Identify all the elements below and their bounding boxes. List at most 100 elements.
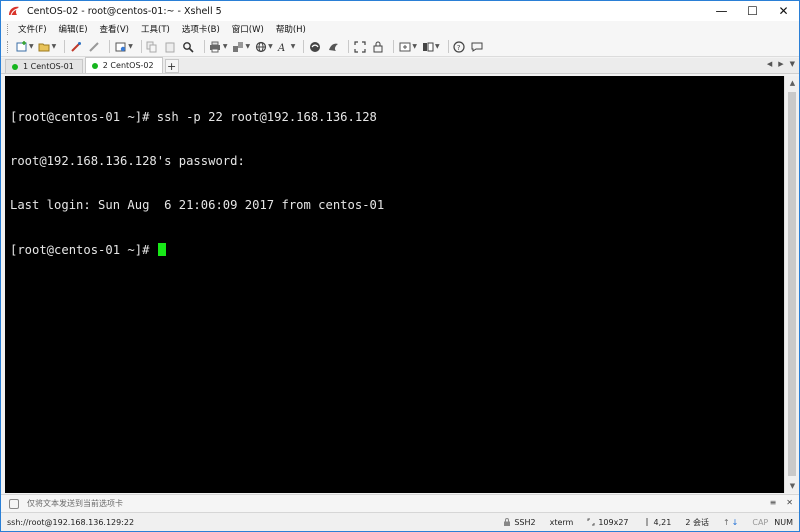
protocol-label: SSH2 [514, 517, 536, 527]
terminal-cursor [157, 242, 166, 256]
toolbar: ▼ ▼ ▼ ▼ ▼ ▼ A ▼ ▼ ▼ ? [1, 37, 799, 57]
compose-bar[interactable]: 仅将文本发送到当前选项卡 ≡ ✕ [1, 494, 799, 512]
toolbar-separator [109, 40, 111, 53]
toolbar-grip[interactable] [7, 40, 10, 53]
cursor-icon [643, 518, 651, 526]
properties-icon[interactable] [114, 40, 127, 53]
fullscreen-icon[interactable] [353, 40, 366, 53]
menu-bar: 文件(F) 编辑(E) 查看(V) 工具(T) 选项卡(B) 窗口(W) 帮助(… [1, 21, 799, 37]
compose-icon[interactable] [9, 498, 19, 509]
new-session-caret-icon[interactable]: ▼ [29, 43, 34, 50]
find-icon[interactable] [182, 40, 195, 53]
menu-file[interactable]: 文件(F) [18, 23, 47, 35]
globe-caret-icon[interactable]: ▼ [268, 43, 273, 50]
globe-icon[interactable] [254, 40, 267, 53]
connection-address: ssh://root@192.168.136.129:22 [7, 517, 135, 527]
layout-caret-icon[interactable]: ▼ [435, 43, 440, 50]
font-icon[interactable]: A [277, 40, 290, 53]
disconnect-icon[interactable] [87, 40, 100, 53]
window-title: CentOS-02 - root@centos-01:~ - Xshell 5 [27, 5, 222, 17]
script-icon[interactable] [326, 40, 339, 53]
xshell-window: CentOS-02 - root@centos-01:~ - Xshell 5 … [0, 0, 800, 532]
layout-icon[interactable] [421, 40, 434, 53]
menu-window[interactable]: 窗口(W) [232, 23, 264, 35]
download-arrow-icon: ↓ [731, 517, 739, 527]
tab-scroll-right-icon[interactable]: ▶ [778, 60, 783, 68]
xshell-logo-icon [7, 4, 21, 18]
terminal-line: Last login: Sun Aug 6 21:06:09 2017 from… [10, 198, 385, 213]
terminal-scrollbar[interactable]: ▲ ▼ [784, 76, 799, 493]
num-lock-indicator: NUM [774, 517, 793, 527]
title-bar: CentOS-02 - root@centos-01:~ - Xshell 5 … [1, 1, 799, 21]
terminal-output[interactable]: [root@centos-01 ~]# ssh -p 22 root@192.1… [5, 76, 784, 493]
reconnect-icon[interactable] [69, 40, 82, 53]
session-count: 2 会话 [685, 517, 709, 527]
lock-icon[interactable] [371, 40, 384, 53]
cursor-position: 4,21 [653, 517, 672, 527]
protocol-indicator: SSH2 [503, 517, 536, 527]
xftp-icon[interactable] [308, 40, 321, 53]
compose-close-icon[interactable]: ✕ [786, 498, 793, 507]
new-tab-caret-icon[interactable]: ▼ [412, 43, 417, 50]
open-folder-caret-icon[interactable]: ▼ [52, 43, 57, 50]
maximize-button[interactable]: ☐ [737, 1, 768, 21]
transfer-icon[interactable] [232, 40, 245, 53]
new-tab-icon[interactable] [398, 40, 411, 53]
paste-icon[interactable] [164, 40, 177, 53]
transfer-caret-icon[interactable]: ▼ [246, 43, 251, 50]
new-session-icon[interactable] [15, 40, 28, 53]
menu-edit[interactable]: 编辑(E) [59, 23, 88, 35]
upload-arrow-icon: ↑ [722, 517, 730, 527]
copy-icon[interactable] [146, 40, 159, 53]
toolbar-separator [303, 40, 305, 53]
transfer-indicator: ↑ ↓ [723, 518, 738, 527]
terminal-type: xterm [549, 517, 574, 527]
scroll-up-arrow-icon[interactable]: ▲ [785, 76, 800, 90]
caps-lock-indicator: CAP [752, 517, 769, 527]
menu-grip[interactable] [7, 23, 10, 35]
font-caret-icon[interactable]: ▼ [291, 43, 296, 50]
menu-view[interactable]: 查看(V) [100, 23, 129, 35]
toolbar-separator [447, 40, 449, 53]
toolbar-separator [393, 40, 395, 53]
resize-icon [587, 518, 595, 526]
print-icon[interactable] [209, 40, 222, 53]
status-bar: ssh://root@192.168.136.129:22 SSH2 xterm… [1, 512, 799, 531]
properties-caret-icon[interactable]: ▼ [128, 43, 133, 50]
close-button[interactable]: ✕ [768, 1, 799, 21]
scroll-down-arrow-icon[interactable]: ▼ [785, 479, 800, 493]
menu-tools[interactable]: 工具(T) [141, 23, 170, 35]
terminal-size: 109x27 [598, 517, 629, 527]
tab-navigation: ◀ ▶ ▼ [761, 60, 795, 68]
terminal-size-indicator: 109x27 [587, 517, 629, 527]
open-folder-icon[interactable] [38, 40, 51, 53]
cursor-position-indicator: 4,21 [643, 517, 672, 527]
terminal-prompt: [root@centos-01 ~]# [10, 242, 157, 257]
add-tab-button[interactable]: + [164, 59, 179, 73]
svg-text:A: A [277, 43, 285, 53]
help-icon[interactable]: ? [453, 40, 466, 53]
tab-centos-01[interactable]: 1 CentOS-01 [5, 59, 83, 73]
scrollbar-thumb[interactable] [788, 92, 796, 476]
menu-tabs[interactable]: 选项卡(B) [182, 23, 220, 35]
toolbar-separator [140, 40, 142, 53]
minimize-button[interactable]: — [706, 1, 737, 21]
tab-label: 1 CentOS-01 [23, 62, 74, 71]
session-tab-bar: 1 CentOS-01 2 CentOS-02 + ◀ ▶ ▼ [1, 57, 799, 74]
compose-input[interactable]: 仅将文本发送到当前选项卡 [27, 498, 123, 509]
toolbar-separator [64, 40, 66, 53]
compose-menu-icon[interactable]: ≡ [770, 498, 777, 507]
connected-status-icon [91, 62, 98, 69]
tab-scroll-left-icon[interactable]: ◀ [767, 60, 772, 68]
tab-list-menu-icon[interactable]: ▼ [790, 60, 795, 68]
lock-icon [503, 518, 511, 526]
print-caret-icon[interactable]: ▼ [223, 43, 228, 50]
toolbar-separator [348, 40, 350, 53]
menu-help[interactable]: 帮助(H) [276, 23, 306, 35]
tab-centos-02[interactable]: 2 CentOS-02 [84, 57, 163, 73]
terminal-line: root@192.168.136.128's password: [10, 153, 245, 168]
terminal-line: [root@centos-01 ~]# ssh -p 22 root@192.1… [10, 109, 377, 124]
terminal-prompt-line: [root@centos-01 ~]# [10, 242, 779, 258]
connected-status-icon [12, 63, 18, 70]
chat-icon[interactable] [471, 40, 484, 53]
